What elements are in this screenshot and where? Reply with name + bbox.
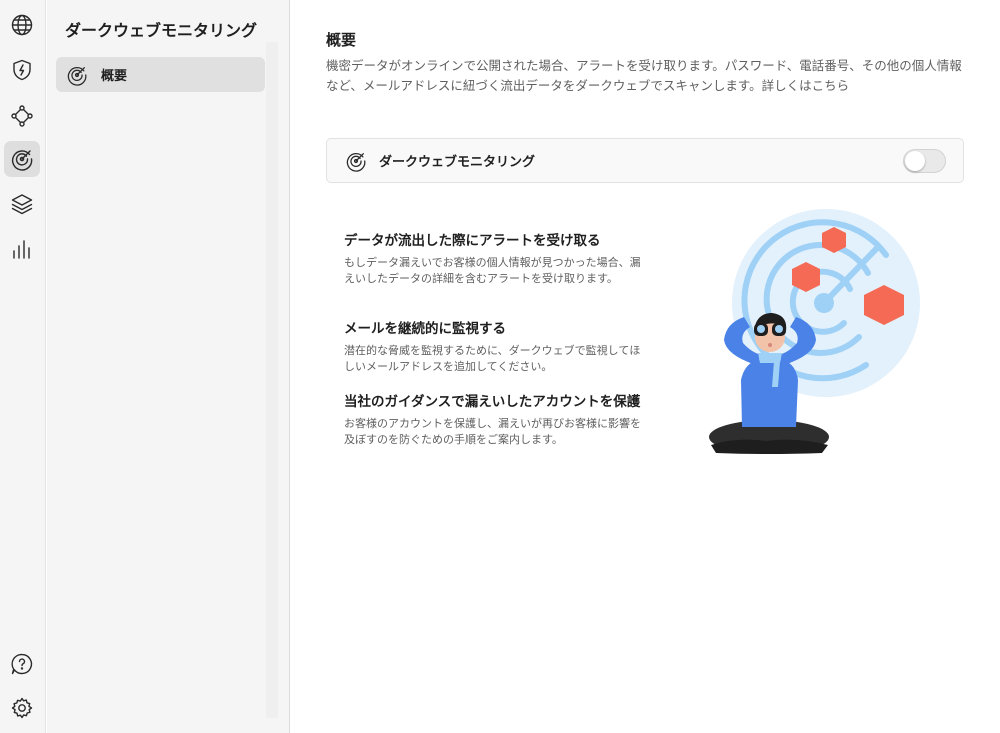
nodes-icon — [11, 105, 33, 127]
page-description: 機密データがオンラインで公開された場合、アラートを受け取ります。パスワード、電話… — [326, 58, 962, 93]
radar-person-illustration — [709, 209, 920, 454]
feature-description: 潜在的な脅威を監視するために、ダークウェブで監視してほしいメールアドレスを追加し… — [344, 344, 641, 373]
dark-web-monitoring-card: ダークウェブモニタリング — [326, 138, 964, 183]
bar-chart-icon — [13, 240, 30, 259]
rail-radar-button[interactable] — [4, 141, 40, 177]
toggle-label: ダークウェブモニタリング — [379, 155, 536, 170]
dark-web-monitoring-toggle[interactable] — [903, 149, 946, 173]
main-content: 概要 機密データがオンラインで公開された場合、アラートを受け取ります。パスワード… — [291, 0, 1000, 733]
gear-icon — [11, 697, 33, 719]
radar-icon — [11, 150, 33, 171]
section-sidebar: ダークウェブモニタリング 概要 — [47, 0, 290, 733]
feature-description: お客様のアカウントを保護し、漏えいが再びお客様に影響を及ぼすのを防ぐための手順を… — [344, 417, 641, 446]
feature-title: 当社のガイダンスで漏えいしたアカウントを保護 — [344, 394, 641, 410]
rail-help-button[interactable] — [4, 646, 40, 682]
globe-icon — [11, 14, 33, 36]
sidebar-scrollbar[interactable] — [266, 42, 278, 718]
app-window: ダークウェブモニタリング 概要 概要 機密データがオンラインで公開された場合、ア… — [0, 0, 1000, 733]
shield-bolt-icon — [13, 59, 31, 81]
feature-description: もしデータ漏えいでお客様の個人情報が見つかった場合、漏えいしたデータの詳細を含む… — [344, 256, 641, 285]
layers-icon — [11, 194, 33, 215]
rail-globe-button[interactable] — [4, 7, 40, 43]
sidebar-item-label: 概要 — [101, 69, 128, 84]
toggle-knob — [905, 151, 925, 171]
help-icon — [11, 653, 33, 675]
feature-title: メールを継続的に監視する — [344, 321, 506, 337]
rail-nodes-button[interactable] — [4, 98, 40, 134]
rail-layers-button[interactable] — [4, 186, 40, 222]
sidebar-title: ダークウェブモニタリング — [65, 21, 258, 40]
feature-monitor: メールを継続的に監視する 潜在的な脅威を監視するために、ダークウェブで監視してほ… — [344, 317, 644, 375]
icon-rail — [0, 0, 46, 733]
radar-icon — [67, 66, 87, 86]
page-title: 概要 — [326, 31, 357, 49]
rail-settings-button[interactable] — [4, 690, 40, 726]
rail-chart-button[interactable] — [4, 231, 40, 267]
rail-shield-button[interactable] — [4, 52, 40, 88]
sidebar-item-overview[interactable]: 概要 — [56, 57, 265, 92]
radar-icon — [346, 152, 366, 172]
feature-alert: データが流出した際にアラートを受け取る もしデータ漏えいでお客様の個人情報が見つ… — [344, 229, 644, 287]
feature-protect: 当社のガイダンスで漏えいしたアカウントを保護 お客様のアカウントを保護し、漏えい… — [344, 390, 644, 448]
feature-title: データが流出した際にアラートを受け取る — [344, 233, 601, 249]
